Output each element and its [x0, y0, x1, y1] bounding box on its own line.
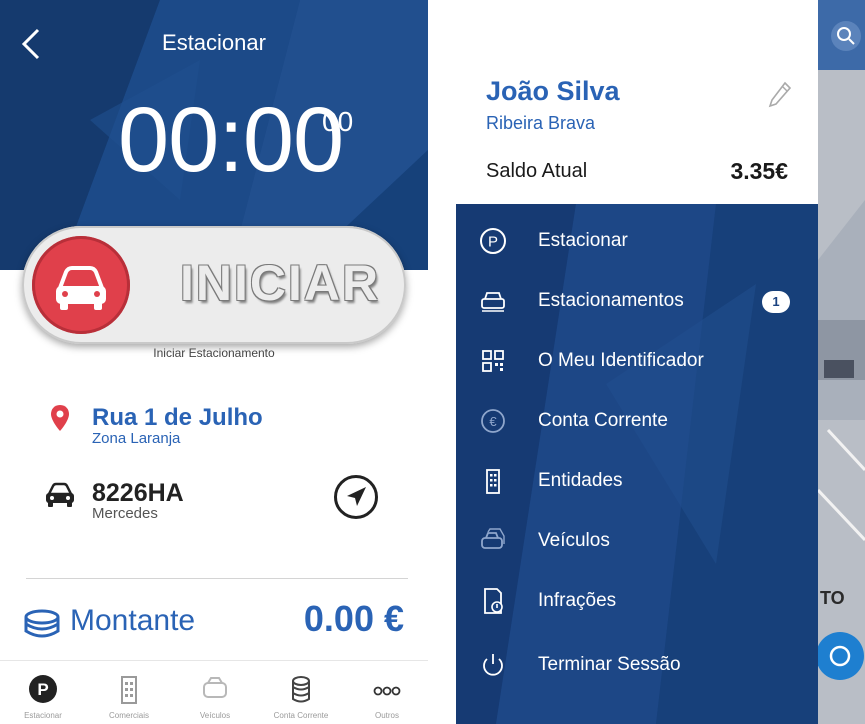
more-icon: [373, 686, 401, 696]
parking-icon: P: [480, 228, 506, 254]
svg-text:TO: TO: [820, 588, 845, 608]
bottom-navigation: P Estacionar Comerciais Veículos Conta C…: [0, 660, 428, 724]
user-name: João Silva: [486, 76, 620, 106]
menu-item-identificador[interactable]: O Meu Identificador: [456, 334, 818, 390]
notification-badge: 1: [762, 291, 790, 313]
menu-item-infracoes[interactable]: Infrações: [456, 574, 818, 630]
navigation-arrow-icon: [347, 487, 366, 506]
bottom-nav-veiculos[interactable]: Veículos: [172, 661, 258, 724]
side-drawer: João Silva Ribeira Brava Saldo Atual 3.3…: [456, 0, 818, 724]
bottom-nav-label: Comerciais: [108, 711, 149, 720]
zone-name: Zona Laranja: [92, 430, 181, 447]
vehicle-brand: Mercedes: [92, 505, 158, 522]
start-parking-button[interactable]: INICIAR: [22, 226, 406, 344]
balance-value: 3.35€: [730, 158, 788, 184]
start-button-label: INICIAR: [180, 255, 381, 311]
amount-value: 0.00 €: [303, 598, 404, 639]
map-view[interactable]: TO: [818, 0, 865, 724]
start-car-badge: [32, 236, 130, 334]
balance-label: Saldo Atual: [486, 160, 588, 182]
menu-item-label: Infrações: [538, 590, 617, 611]
wallet-icon: [292, 676, 310, 703]
svg-text:P: P: [488, 234, 498, 251]
parked-car-icon: [481, 292, 505, 312]
bottom-nav-label: Outros: [374, 711, 399, 720]
menu-item-entidades[interactable]: Entidades: [456, 454, 818, 510]
bottom-nav-comerciais[interactable]: Comerciais: [86, 661, 172, 724]
amount-label: Montante: [70, 604, 196, 637]
vehicles-icon: [481, 528, 505, 549]
menu-item-estacionamentos[interactable]: Estacionamentos 1: [456, 274, 818, 330]
infraction-document-icon: [484, 588, 503, 614]
parking-screen: Estacionar 00:00 00 INICIAR Iniciar Esta…: [0, 0, 428, 724]
building-icon: [486, 469, 500, 494]
location-pin-icon: [51, 405, 69, 431]
menu-item-label: Estacionamentos: [538, 290, 684, 311]
bottom-nav-outros[interactable]: Outros: [344, 661, 428, 724]
building-icon: [121, 676, 137, 704]
parking-icon: P: [29, 675, 57, 703]
user-city: Ribeira Brava: [486, 113, 596, 133]
timer-display: 00:00: [118, 89, 344, 191]
bottom-nav-estacionar[interactable]: P Estacionar: [0, 661, 86, 724]
start-caption: Iniciar Estacionamento: [153, 346, 275, 360]
menu-item-terminar-sessao[interactable]: Terminar Sessão: [456, 638, 818, 694]
map-background: TO: [818, 0, 865, 680]
screen-title: Estacionar: [162, 30, 266, 55]
menu-item-label: Conta Corrente: [538, 410, 668, 431]
menu-item-label: Estacionar: [538, 230, 628, 251]
license-plate: 8226HA: [92, 479, 184, 507]
power-icon: [483, 654, 503, 676]
bottom-nav-label: Estacionar: [24, 711, 62, 720]
menu-item-label: Entidades: [538, 470, 623, 491]
street-name: Rua 1 de Julho: [92, 404, 263, 431]
menu-item-label: Veículos: [538, 530, 610, 551]
edit-pencil-icon[interactable]: [766, 80, 792, 110]
timer-seconds: 00: [322, 106, 354, 137]
menu-screen: TO João Silva Ribeira Brava Saldo Atual …: [456, 0, 865, 724]
menu-item-veiculos[interactable]: Veículos: [456, 514, 818, 570]
car-icon: [46, 482, 74, 507]
menu-item-label: Terminar Sessão: [538, 654, 681, 675]
bottom-nav-label: Veículos: [199, 711, 231, 720]
svg-text:P: P: [37, 680, 48, 699]
navigation-arrow-button[interactable]: [334, 475, 378, 519]
divider: [26, 578, 408, 579]
menu-item-label: O Meu Identificador: [538, 350, 704, 371]
menu-item-estacionar[interactable]: P Estacionar: [456, 214, 818, 270]
qr-code-icon: [482, 350, 504, 372]
bottom-nav-label: Conta Corrente: [273, 711, 329, 720]
menu-item-conta-corrente[interactable]: € Conta Corrente: [456, 394, 818, 450]
user-profile: João Silva Ribeira Brava Saldo Atual 3.3…: [456, 0, 818, 204]
vehicles-icon: [203, 677, 227, 698]
svg-text:€: €: [489, 414, 497, 429]
euro-coin-icon: €: [481, 409, 505, 433]
car-icon: [56, 266, 106, 310]
coins-icon: [24, 609, 60, 638]
bottom-nav-conta-corrente[interactable]: Conta Corrente: [258, 661, 344, 724]
drawer-menu: P Estacionar Estacionamentos 1 O Meu Ide…: [456, 204, 818, 724]
